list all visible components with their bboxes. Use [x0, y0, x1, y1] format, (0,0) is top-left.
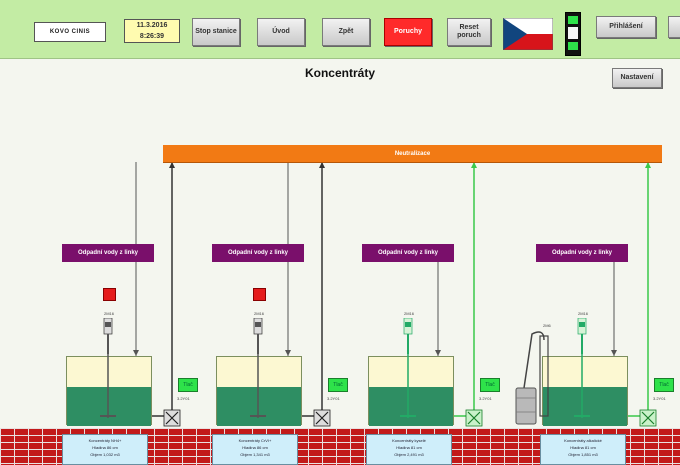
tank-level: Hladina 81 cm: [570, 445, 596, 450]
tank-volume: Objem 1,032 m3: [90, 452, 120, 457]
tank-info-3[interactable]: Koncentráty kyselé Hladina 81 cm Objem 2…: [366, 434, 452, 465]
valve-icon: [313, 409, 331, 427]
tank-level: Hladina 86 cm: [242, 445, 268, 450]
tank-info-1[interactable]: Koncentráty NH4+ Hladina 86 cm Objem 1,0…: [62, 434, 148, 465]
tank-volume: Objem 2,491 m3: [394, 452, 424, 457]
tank-volume: Objem 1,341 m3: [240, 452, 270, 457]
valve-icons: [163, 409, 657, 427]
tank-name: Koncentráty kyselé: [392, 438, 426, 443]
tank-volume: Objem 1,851 m3: [568, 452, 598, 457]
valve-icon: [465, 409, 483, 427]
tank-level: Hladina 86 cm: [92, 445, 118, 450]
tank-name: Koncentráty CrVI+: [238, 438, 272, 443]
tank-info-2[interactable]: Koncentráty CrVI+ Hladina 86 cm Objem 1,…: [212, 434, 298, 465]
tank-info-4[interactable]: Koncentráty alkalické Hladina 81 cm Obje…: [540, 434, 626, 465]
tank-level: Hladina 81 cm: [396, 445, 422, 450]
tank-name: Koncentráty NH4+: [88, 438, 122, 443]
valve-icon: [639, 409, 657, 427]
valve-icon: [163, 409, 181, 427]
tank-name: Koncentráty alkalické: [564, 438, 602, 443]
